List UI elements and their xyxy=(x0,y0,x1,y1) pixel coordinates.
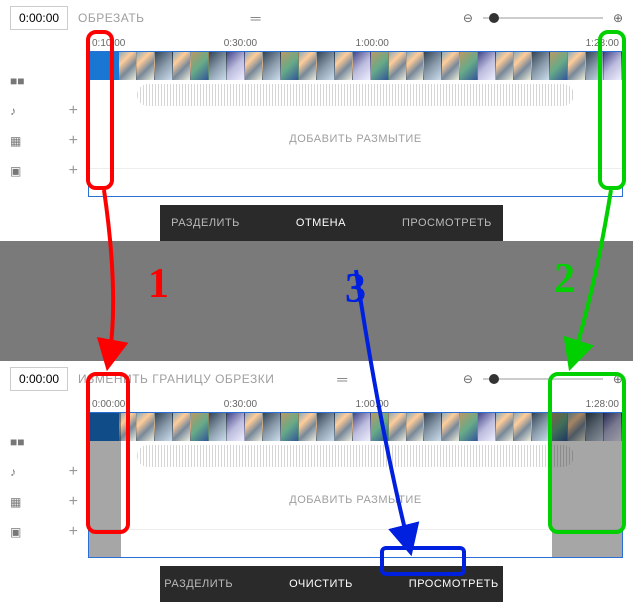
cancel-button[interactable]: ОТМЕНА xyxy=(288,213,354,233)
time-ruler: 0:10:000:30:001:00:001:28:00 xyxy=(88,36,623,51)
annot-num-2: 2 xyxy=(554,255,575,303)
video-track[interactable] xyxy=(89,52,622,80)
annot-circle-1-top xyxy=(86,30,114,190)
annot-circle-3 xyxy=(380,546,466,576)
time-ruler: 0:00:000:30:001:00:001:28:00 xyxy=(88,397,623,412)
zoom-out-icon[interactable]: ⊖ xyxy=(463,372,473,386)
video-track[interactable] xyxy=(89,413,622,441)
time-display: 0:00:00 xyxy=(10,367,68,391)
blur-track-icon: ▦ xyxy=(10,134,21,148)
overlay-track[interactable] xyxy=(89,168,622,196)
preview-button[interactable]: ПРОСМОТРЕТЬ xyxy=(401,574,507,594)
overlay-track-icon: ▣ xyxy=(10,164,21,178)
add-audio-icon[interactable]: + xyxy=(69,102,78,120)
time-display: 0:00:00 xyxy=(10,6,68,30)
zoom-out-icon[interactable]: ⊖ xyxy=(463,11,473,25)
clear-button[interactable]: ОЧИСТИТЬ xyxy=(281,574,361,594)
action-bar: РАЗДЕЛИТЬ ОТМЕНА ПРОСМОТРЕТЬ xyxy=(160,205,503,241)
split-button[interactable]: РАЗДЕЛИТЬ xyxy=(163,213,248,233)
drag-handle-icon[interactable]: ═ xyxy=(337,371,347,387)
add-overlay-icon[interactable]: + xyxy=(69,162,78,180)
preview-button[interactable]: ПРОСМОТРЕТЬ xyxy=(394,213,500,233)
audio-track[interactable] xyxy=(89,80,622,110)
add-blur-icon[interactable]: + xyxy=(69,493,78,511)
track-sidebar: ■■ ♪ + ▦ + ▣ + xyxy=(0,36,88,197)
annot-circle-2-top xyxy=(598,30,626,190)
annot-circle-2-bot xyxy=(548,372,626,534)
panel-title: ОБРЕЗАТЬ xyxy=(78,11,144,25)
audio-track[interactable] xyxy=(89,441,622,471)
blur-track[interactable]: ДОБАВИТЬ РАЗМЫТИЕ xyxy=(89,471,622,529)
zoom-slider[interactable] xyxy=(483,17,603,19)
blur-track-icon: ▦ xyxy=(10,495,21,509)
blur-track[interactable]: ДОБАВИТЬ РАЗМЫТИЕ xyxy=(89,110,622,168)
track-sidebar: ■■ ♪ + ▦ + ▣ + xyxy=(0,397,88,558)
audio-track-icon: ♪ xyxy=(10,465,16,479)
video-track-icon: ■■ xyxy=(10,74,25,88)
annot-num-3: 3 xyxy=(345,265,366,313)
annot-circle-1-bot xyxy=(86,372,130,534)
add-audio-icon[interactable]: + xyxy=(69,463,78,481)
overlay-track[interactable] xyxy=(89,529,622,557)
annot-num-1: 1 xyxy=(148,260,169,308)
overlay-track-icon: ▣ xyxy=(10,525,21,539)
add-overlay-icon[interactable]: + xyxy=(69,523,78,541)
add-blur-icon[interactable]: + xyxy=(69,132,78,150)
split-button[interactable]: РАЗДЕЛИТЬ xyxy=(156,574,241,594)
drag-handle-icon[interactable]: ═ xyxy=(251,10,261,26)
video-track-icon: ■■ xyxy=(10,435,25,449)
tutorial-gap xyxy=(0,241,633,361)
timeline[interactable]: 0:10:000:30:001:00:001:28:00 ДОБАВИТЬ РА… xyxy=(88,36,633,197)
audio-track-icon: ♪ xyxy=(10,104,16,118)
zoom-in-icon[interactable]: ⊕ xyxy=(613,11,623,25)
